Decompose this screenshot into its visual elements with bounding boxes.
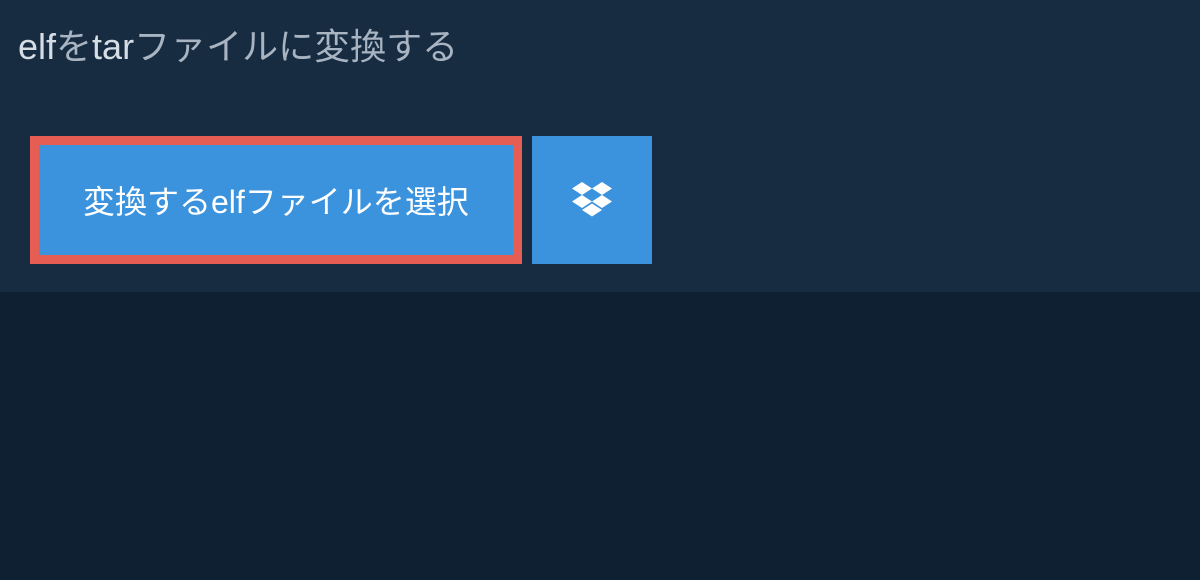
select-file-button[interactable]: 変換するelfファイルを選択 bbox=[39, 145, 513, 255]
title-segment-4: ファイルに変換する bbox=[134, 26, 458, 67]
dropbox-icon bbox=[572, 182, 612, 218]
select-file-button-highlight: 変換するelfファイルを選択 bbox=[30, 136, 522, 264]
title-bar: elfをtarファイルに変換する bbox=[0, 0, 486, 88]
title-segment-2: を bbox=[56, 26, 92, 67]
title-segment-3: tar bbox=[92, 26, 134, 67]
dropbox-button[interactable] bbox=[532, 136, 652, 264]
page-title: elfをtarファイルに変換する bbox=[18, 18, 458, 70]
converter-panel: elfをtarファイルに変換する 変換するelfファイルを選択 bbox=[0, 0, 1200, 292]
button-row: 変換するelfファイルを選択 bbox=[30, 136, 1200, 264]
title-segment-1: elf bbox=[18, 26, 56, 67]
